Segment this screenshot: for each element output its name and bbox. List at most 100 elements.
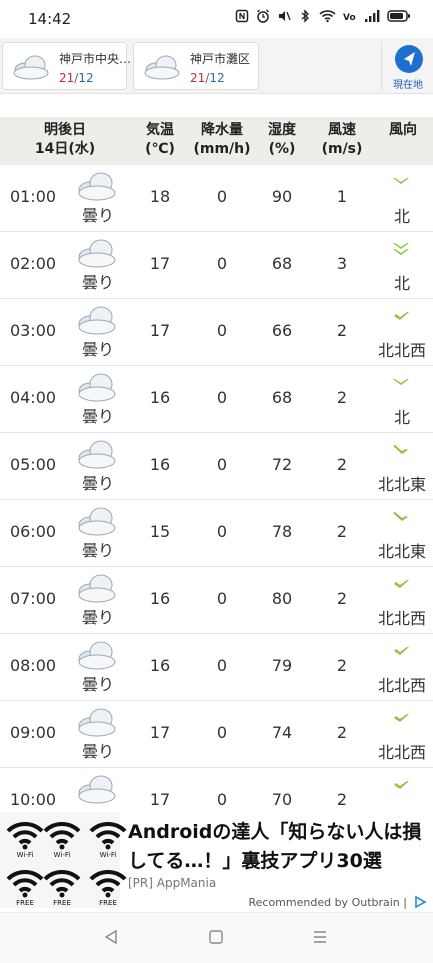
wifi-label: FREE: [16, 899, 34, 907]
volte-icon: Vo: [343, 13, 356, 23]
wind-arrow-icon: [391, 442, 411, 464]
row-rain: 0: [216, 388, 228, 407]
header-temp-unit: (℃): [145, 141, 175, 157]
temp-low: 12: [209, 71, 225, 85]
ad-choices-icon[interactable]: [413, 895, 427, 909]
wifi-label: FREE: [53, 899, 71, 907]
wind-arrow-icon: [391, 710, 411, 732]
row-temp: 16: [149, 656, 171, 675]
forecast-row: 03:00 曇り 17 0 66 2 北北西: [0, 299, 433, 366]
alarm-icon: [257, 9, 269, 23]
recents-icon[interactable]: [312, 929, 328, 945]
cloudy-icon: [144, 55, 180, 80]
row-rain: 0: [216, 723, 228, 742]
row-wind-speed: 3: [336, 254, 348, 273]
row-time: 01:00: [9, 187, 57, 206]
row-rain: 0: [216, 589, 228, 608]
current-location-label: 現在地: [393, 80, 423, 91]
row-time: 10:00: [9, 790, 57, 808]
wind-arrow-icon: [391, 576, 411, 598]
header-date-label: 明後日: [44, 122, 86, 138]
row-rain: 0: [216, 254, 228, 273]
forecast-row: 08:00 曇り 16 0 79 2 北北西: [0, 634, 433, 701]
wind-arrow-icon: [391, 174, 411, 196]
bluetooth-icon: [301, 9, 310, 23]
svg-text:Vo: Vo: [343, 13, 356, 23]
forecast-row: 10:00曇り170702北北西: [0, 768, 433, 808]
wifi-icon: FREE: [5, 868, 45, 908]
row-rain: 0: [216, 790, 228, 808]
back-icon[interactable]: [103, 929, 119, 945]
row-humidity: 70: [271, 790, 293, 808]
row-weather: 曇り: [81, 742, 114, 761]
current-location-button[interactable]: 現在地: [381, 42, 433, 91]
ad-banner[interactable]: Wi-Fi Wi-Fi Wi-Fi FREE FREE FREE Androidの達人「知…: [0, 808, 433, 912]
header-rain-label: 降水量: [201, 122, 243, 138]
ad-title[interactable]: Androidの達人「知らない人は損してる…！」裏技アプリ30選: [128, 818, 428, 876]
wifi-label: Wi-Fi: [16, 851, 34, 859]
row-wind-direction: 北: [393, 207, 410, 226]
row-wind-direction: 北北西: [377, 743, 426, 762]
row-rain: 0: [216, 455, 228, 474]
row-temp: 18: [149, 187, 171, 206]
row-temp: 16: [149, 455, 171, 474]
location-bar: 神戸市中央… 21/12 神戸市灘区 21/12 現在地: [0, 38, 433, 94]
row-humidity: 72: [271, 455, 293, 474]
battery-icon: [387, 10, 410, 22]
wifi-label: FREE: [99, 899, 117, 907]
row-humidity: 74: [271, 723, 293, 742]
home-icon[interactable]: [208, 929, 224, 945]
wind-arrow-icon: [391, 643, 411, 665]
row-wind-speed: 2: [336, 790, 348, 808]
header-wind-label: 風速: [328, 122, 356, 138]
row-humidity: 79: [271, 656, 293, 675]
row-temp: 15: [149, 522, 171, 541]
forecast-row: 06:00 曇り 15 0 78 2 北北東: [0, 500, 433, 567]
row-weather: 曇り: [81, 608, 114, 627]
wifi-icon: Wi-Fi: [42, 820, 82, 860]
row-temp: 16: [149, 388, 171, 407]
row-wind-speed: 2: [336, 321, 348, 340]
row-wind-speed: 2: [336, 522, 348, 541]
header-temp: 気温 (℃): [135, 121, 185, 159]
wifi-label: Wi-Fi: [53, 851, 71, 859]
forecast-row: 09:00 曇り 17 0 74 2 北北西: [0, 701, 433, 768]
row-rain: 0: [216, 522, 228, 541]
header-date-value: 14日(水): [34, 141, 96, 157]
header-direction-label: 風向: [389, 122, 417, 138]
signal-icon: [365, 10, 380, 22]
forecast-table-header: 明後日 14日(水) 気温 (℃) 降水量 (mm/h) 湿度 (%) 風速 (m/s) …: [0, 117, 433, 165]
row-weather: 曇り: [81, 474, 114, 493]
row-wind-direction: 北北西: [377, 341, 426, 360]
row-wind-speed: 1: [336, 187, 348, 206]
temp-high: 21: [59, 71, 75, 85]
status-icons: Vo: [235, 9, 411, 23]
row-time: 03:00: [9, 321, 57, 340]
header-rain: 降水量 (mm/h): [192, 121, 252, 159]
row-wind-direction: 北: [393, 408, 410, 427]
row-wind-direction: 北北東: [377, 475, 426, 494]
location-name: 神戸市灘区: [190, 52, 251, 66]
header-humidity-label: 湿度: [268, 122, 296, 138]
location-tab-nada[interactable]: 神戸市灘区 21/12: [133, 42, 259, 90]
row-time: 02:00: [9, 254, 57, 273]
row-wind-speed: 2: [336, 723, 348, 742]
header-wind-direction: 風向: [378, 121, 428, 140]
wind-arrow-icon: [391, 509, 411, 531]
header-rain-unit: (mm/h): [193, 141, 251, 157]
navigation-icon: [395, 45, 423, 73]
row-wind-direction: 北北西: [377, 676, 426, 695]
row-weather: 曇り: [81, 273, 114, 292]
ad-image[interactable]: Wi-Fi Wi-Fi Wi-Fi FREE FREE FREE: [0, 812, 127, 908]
header-wind-speed: 風速 (m/s): [316, 121, 368, 159]
row-time: 05:00: [9, 455, 57, 474]
row-temp: 17: [149, 321, 171, 340]
header-humidity: 湿度 (%): [257, 121, 307, 159]
wind-arrow-icon: [391, 375, 411, 397]
row-time: 06:00: [9, 522, 57, 541]
forecast-row: 01:00 曇り 18 0 90 1 北: [0, 165, 433, 232]
forecast-table-body[interactable]: 01:00 曇り 18 0 90 1 北 02:00 曇り 17 0 68 3 北 03:00 曇り 17 0 66…: [0, 165, 433, 808]
location-tab-chuo[interactable]: 神戸市中央… 21/12: [2, 42, 131, 90]
wind-arrow-icon: [391, 308, 411, 330]
ad-recommended-by[interactable]: Recommended by Outbrain |: [248, 896, 407, 909]
